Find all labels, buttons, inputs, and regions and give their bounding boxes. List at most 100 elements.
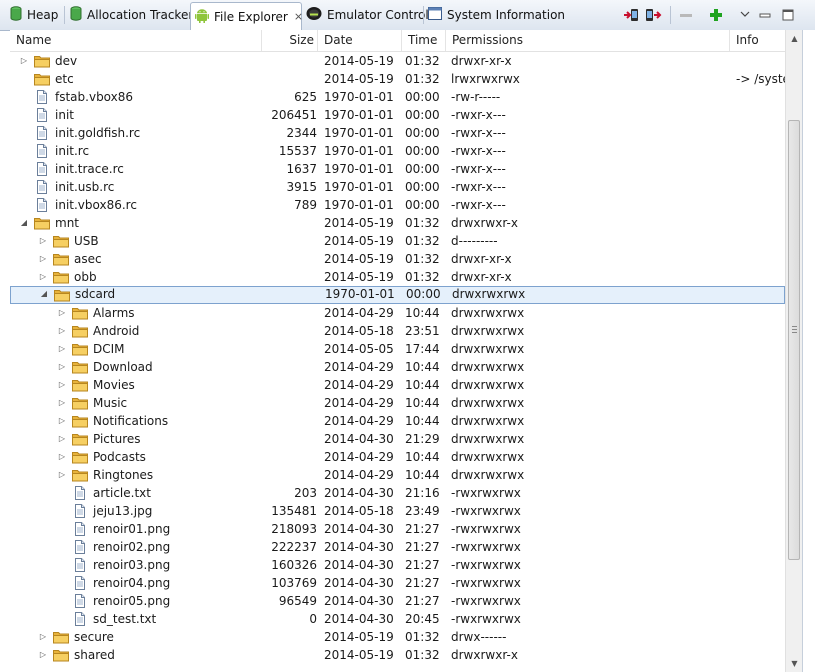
tree-row-file[interactable]: renoir04.png 103769 2014-04-30 21:27 -rwxrwx…	[10, 574, 785, 592]
tree-row-file[interactable]: jeju13.jpg 135481 2014-05-18 23:49 -rwxrwxrw…	[10, 502, 785, 520]
collapsed-arrow-icon[interactable]: ▷	[57, 394, 67, 412]
tree-row-name: init.rc	[55, 144, 90, 158]
tree-row-folder[interactable]: ◢ sdcard 1970-01-01 00:00 drwxrwxrwx	[10, 286, 785, 304]
tree-row-file[interactable]: init.vbox86.rc 789 1970-01-01 00:00 -rwxr-x-…	[10, 196, 785, 214]
tree-row-permissions: drwxrwxrwx	[451, 378, 525, 392]
tree-row-date: 2014-05-19	[324, 216, 394, 230]
tree-row-folder[interactable]: ▷ secure 2014-05-19 01:32 drwx------	[10, 628, 785, 646]
view-menu-icon[interactable]	[735, 5, 755, 25]
push-file-icon[interactable]	[643, 5, 663, 25]
collapsed-arrow-icon[interactable]: ▷	[57, 466, 67, 484]
expanded-arrow-icon[interactable]: ◢	[19, 214, 29, 232]
tree-row-name: renoir04.png	[93, 576, 171, 590]
scroll-down-arrow-icon[interactable]: ▼	[786, 655, 803, 672]
column-header-name[interactable]: Name	[10, 30, 262, 51]
tree-row-permissions: -rwxrwxrwx	[451, 540, 521, 554]
tree-row-file[interactable]: sd_test.txt 0 2014-04-30 20:45 -rwxrwxrwx	[10, 610, 785, 628]
tree-row-time: 21:27	[405, 576, 440, 590]
tree-row-time: 00:00	[405, 144, 440, 158]
tree-row-folder[interactable]: etc 2014-05-19 01:32 lrwxrwxrwx -> /system/e…	[10, 70, 785, 88]
collapsed-arrow-icon[interactable]: ▷	[38, 646, 48, 664]
expanded-arrow-icon[interactable]: ◢	[39, 286, 49, 304]
tree-row-folder[interactable]: ▷ Ringtones 2014-04-29 10:44 drwxrwxrwx	[10, 466, 785, 484]
column-header-size[interactable]: Size	[262, 30, 318, 51]
tree-row-folder[interactable]: ▷ shared 2014-05-19 01:32 drwxrwxr-x	[10, 646, 785, 664]
view-border	[802, 30, 815, 672]
column-header-time[interactable]: Time	[402, 30, 446, 51]
column-header-date[interactable]: Date	[318, 30, 402, 51]
tree-row-permissions: drwxrwxrwx	[451, 306, 525, 320]
tab-allocation-tracker[interactable]: Allocation Tracker	[70, 3, 193, 27]
collapsed-arrow-icon[interactable]: ▷	[57, 322, 67, 340]
tree-row-name: init.trace.rc	[55, 162, 124, 176]
vertical-scrollbar[interactable]: ▲ ▼	[785, 30, 803, 672]
collapsed-arrow-icon[interactable]: ▷	[38, 250, 48, 268]
tree-row-folder[interactable]: ▷ Download 2014-04-29 10:44 drwxrwxrwx	[10, 358, 785, 376]
tab-system-information[interactable]: System Information	[428, 3, 565, 27]
tree-row-time: 10:44	[405, 396, 440, 410]
tree-row-file[interactable]: article.txt 203 2014-04-30 21:16 -rwxrwxrwx	[10, 484, 785, 502]
tree-row-folder[interactable]: ▷ Podcasts 2014-04-29 10:44 drwxrwxrwx	[10, 448, 785, 466]
tree-row-file[interactable]: renoir02.png 222237 2014-04-30 21:27 -rwxrwx…	[10, 538, 785, 556]
file-icon	[72, 504, 88, 518]
tree-row-file[interactable]: init.usb.rc 3915 1970-01-01 00:00 -rwxr-x---	[10, 178, 785, 196]
tree-row-folder[interactable]: ▷ DCIM 2014-05-05 17:44 drwxrwxrwx	[10, 340, 785, 358]
collapsed-arrow-icon[interactable]: ▷	[57, 304, 67, 322]
android-icon	[195, 8, 209, 26]
tree-row-file[interactable]: init.trace.rc 1637 1970-01-01 00:00 -rwxr-x-…	[10, 160, 785, 178]
tree-row-folder[interactable]: ▷ obb 2014-05-19 01:32 drwxr-xr-x	[10, 268, 785, 286]
tree-row-folder[interactable]: ▷ Alarms 2014-04-29 10:44 drwxrwxrwx	[10, 304, 785, 322]
tab-heap[interactable]: Heap	[10, 3, 58, 27]
collapsed-arrow-icon[interactable]: ▷	[57, 340, 67, 358]
pull-file-icon[interactable]	[621, 5, 641, 25]
scrollbar-thumb[interactable]	[788, 120, 800, 560]
tree-row-permissions: -rw-r-----	[451, 90, 501, 104]
tree-row-file[interactable]: renoir03.png 160326 2014-04-30 21:27 -rwxrwx…	[10, 556, 785, 574]
tree-row-folder[interactable]: ▷ asec 2014-05-19 01:32 drwxr-xr-x	[10, 250, 785, 268]
minimize-icon[interactable]	[755, 5, 775, 25]
tree-row-name: DCIM	[93, 342, 125, 356]
tree-row-file[interactable]: renoir05.png 96549 2014-04-30 21:27 -rwxrwxr…	[10, 592, 785, 610]
tree-row-date: 1970-01-01	[324, 108, 394, 122]
tree-row-permissions: drwxrwxrwx	[451, 342, 525, 356]
maximize-icon[interactable]	[778, 5, 798, 25]
tree-row-file[interactable]: init.goldfish.rc 2344 1970-01-01 00:00 -rwxr…	[10, 124, 785, 142]
tree-row-folder[interactable]: ◢ mnt 2014-05-19 01:32 drwxrwxr-x	[10, 214, 785, 232]
tree-row-folder[interactable]: ▷ Pictures 2014-04-30 21:29 drwxrwxrwx	[10, 430, 785, 448]
delete-icon[interactable]	[676, 5, 696, 25]
tree-row-file[interactable]: init.rc 15537 1970-01-01 00:00 -rwxr-x---	[10, 142, 785, 160]
collapsed-arrow-icon[interactable]: ▷	[57, 448, 67, 466]
collapsed-arrow-icon[interactable]: ▷	[57, 376, 67, 394]
tree-row-folder[interactable]: ▷ Android 2014-05-18 23:51 drwxrwxrwx	[10, 322, 785, 340]
tree-row-folder[interactable]: ▷ Movies 2014-04-29 10:44 drwxrwxrwx	[10, 376, 785, 394]
folder-icon	[34, 54, 50, 68]
collapsed-arrow-icon[interactable]: ▷	[57, 412, 67, 430]
tree-row-name: Notifications	[93, 414, 169, 428]
tree-row-date: 2014-05-18	[324, 504, 394, 518]
collapsed-arrow-icon[interactable]: ▷	[38, 628, 48, 646]
tree-row-name: renoir01.png	[93, 522, 171, 536]
tree-row-folder[interactable]: ▷ Notifications 2014-04-29 10:44 drwxrwxrwx	[10, 412, 785, 430]
close-icon[interactable]: ⨯	[294, 10, 303, 23]
tree-row-file[interactable]: fstab.vbox86 625 1970-01-01 00:00 -rw-r-----	[10, 88, 785, 106]
collapsed-arrow-icon[interactable]: ▷	[38, 232, 48, 250]
tree-row-date: 2014-04-30	[324, 486, 394, 500]
collapsed-arrow-icon[interactable]: ▷	[38, 268, 48, 286]
column-header-permissions[interactable]: Permissions	[446, 30, 730, 51]
new-folder-icon[interactable]	[706, 5, 726, 25]
tab-emulator-control[interactable]: Emulator Control	[306, 3, 429, 27]
folder-icon	[53, 234, 69, 248]
column-header-info[interactable]: Info	[730, 30, 785, 51]
collapsed-arrow-icon[interactable]: ▷	[57, 430, 67, 448]
tree-row-file[interactable]: init 206451 1970-01-01 00:00 -rwxr-x---	[10, 106, 785, 124]
tree-row-folder[interactable]: ▷ Music 2014-04-29 10:44 drwxrwxrwx	[10, 394, 785, 412]
tab-file-explorer[interactable]: File Explorer ⨯	[190, 2, 303, 30]
collapsed-arrow-icon[interactable]: ▷	[57, 358, 67, 376]
collapsed-arrow-icon[interactable]: ▷	[19, 52, 29, 70]
scroll-up-arrow-icon[interactable]: ▲	[786, 30, 803, 47]
tree-row-folder[interactable]: ▷ dev 2014-05-19 01:32 drwxr-xr-x	[10, 52, 785, 70]
tree-row-permissions: drwxrwxrwx	[451, 468, 525, 482]
tree-row-folder[interactable]: ▷ USB 2014-05-19 01:32 d---------	[10, 232, 785, 250]
folder-icon	[72, 360, 88, 374]
tree-row-file[interactable]: renoir01.png 218093 2014-04-30 21:27 -rwxrwx…	[10, 520, 785, 538]
